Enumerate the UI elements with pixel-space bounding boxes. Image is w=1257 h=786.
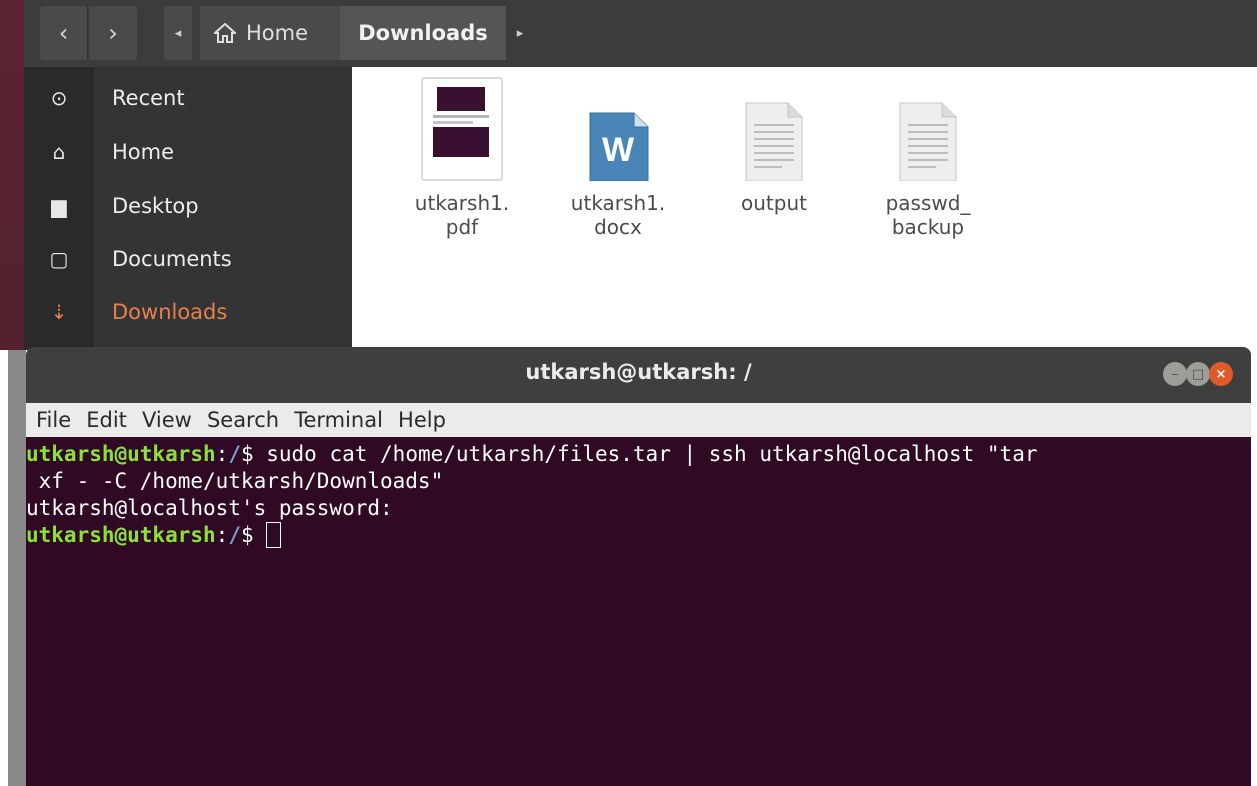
file-item-docx[interactable]: W utkarsh1. docx — [553, 77, 683, 239]
menu-edit[interactable]: Edit — [86, 403, 127, 437]
terminal-title: utkarsh@utkarsh: / — [525, 360, 752, 384]
terminal-menubar: File Edit View Search Terminal Help — [26, 403, 1251, 437]
folder-icon: ▆ — [51, 194, 67, 218]
download-icon: ⇣ — [50, 300, 68, 324]
sidebar-item-documents[interactable]: ▢ Documents — [24, 234, 352, 284]
breadcrumb-home[interactable]: Home — [200, 6, 340, 60]
word-document-icon: W — [589, 112, 649, 181]
terminal-cursor — [266, 522, 282, 548]
menu-terminal[interactable]: Terminal — [294, 403, 383, 437]
pdf-thumbnail-icon — [421, 77, 503, 181]
maximize-button[interactable]: □ — [1186, 362, 1210, 386]
breadcrumb-current-label: Downloads — [358, 21, 488, 45]
text-file-icon — [745, 102, 803, 181]
sidebar-item-recent[interactable]: ⊙ Recent — [24, 73, 352, 123]
home-icon: ⌂ — [52, 140, 66, 164]
prompt-user: utkarsh@utkarsh — [26, 523, 216, 547]
sidebar-item-label: Desktop — [112, 194, 199, 218]
forward-icon: › — [108, 19, 118, 47]
file-view: utkarsh1. pdf W utkarsh1. docx output pa… — [352, 67, 1257, 350]
document-icon: ▢ — [49, 247, 69, 271]
terminal-line: utkarsh@localhost's password: — [26, 496, 393, 520]
text-file-icon — [899, 102, 957, 181]
breadcrumb-scroll-right-button[interactable]: ▸ — [506, 6, 534, 60]
svg-text:W: W — [602, 131, 635, 169]
file-name: passwd_ backup — [885, 191, 971, 239]
places-sidebar: ⊙ Recent ⌂ Home ▆ Desktop ▢ Documents ⇣ … — [24, 67, 352, 350]
file-item-output[interactable]: output — [709, 77, 839, 215]
window-shadow — [8, 350, 26, 786]
arrow-left-icon: ◂ — [174, 25, 182, 41]
prompt-colon: : — [215, 523, 229, 547]
menu-file[interactable]: File — [36, 403, 71, 437]
arrow-right-icon: ▸ — [516, 25, 524, 41]
terminal-line: utkarsh@utkarsh:/$ sudo cat /home/utkars… — [26, 441, 1251, 468]
terminal-window: utkarsh@utkarsh: / – □ × File Edit View … — [26, 347, 1251, 786]
desktop-edge — [0, 350, 26, 786]
file-name: output — [741, 191, 807, 215]
breadcrumb-downloads[interactable]: Downloads — [340, 6, 506, 60]
prompt-path: / — [228, 523, 241, 547]
sidebar-item-home[interactable]: ⌂ Home — [24, 127, 352, 177]
terminal-titlebar[interactable]: utkarsh@utkarsh: / – □ × — [26, 347, 1251, 403]
command-text: $ sudo cat /home/utkarsh/files.tar | ssh… — [240, 442, 1038, 466]
home-icon — [214, 23, 236, 43]
breadcrumb-scroll-left-button[interactable]: ◂ — [164, 6, 192, 60]
sidebar-item-label: Recent — [112, 86, 185, 110]
clock-icon: ⊙ — [50, 86, 68, 110]
breadcrumb-home-label: Home — [246, 21, 309, 45]
file-manager-window: ‹ › ◂ Home Downloads ▸ ⊙ Recent ⌂ Home ▆… — [24, 0, 1257, 350]
menu-search[interactable]: Search — [207, 403, 279, 437]
prompt-colon: : — [215, 442, 229, 466]
file-item-pdf[interactable]: utkarsh1. pdf — [397, 77, 527, 239]
prompt-dollar: $ — [240, 523, 267, 547]
close-button[interactable]: × — [1209, 362, 1233, 386]
back-button[interactable]: ‹ — [40, 6, 88, 60]
maximize-icon: □ — [1191, 366, 1205, 382]
minimize-icon: – — [1171, 366, 1179, 382]
terminal-output[interactable]: utkarsh@utkarsh:/$ sudo cat /home/utkars… — [26, 437, 1251, 786]
forward-button[interactable]: › — [89, 6, 137, 60]
sidebar-item-downloads[interactable]: ⇣ Downloads — [24, 287, 352, 337]
sidebar-item-label: Documents — [112, 247, 232, 271]
file-name: utkarsh1. docx — [570, 191, 666, 239]
file-item-passwd-backup[interactable]: passwd_ backup — [863, 77, 993, 239]
terminal-line: xf - -C /home/utkarsh/Downloads" — [26, 469, 444, 493]
file-name: utkarsh1. pdf — [414, 191, 510, 239]
prompt-path: / — [228, 442, 241, 466]
back-icon: ‹ — [58, 19, 69, 47]
prompt-user: utkarsh@utkarsh — [26, 442, 216, 466]
menu-view[interactable]: View — [142, 403, 192, 437]
minimize-button[interactable]: – — [1163, 362, 1187, 386]
sidebar-item-desktop[interactable]: ▆ Desktop — [24, 181, 352, 231]
sidebar-item-label: Downloads — [112, 300, 228, 324]
close-icon: × — [1215, 366, 1227, 382]
file-manager-headerbar: ‹ › ◂ Home Downloads ▸ — [24, 0, 1257, 67]
terminal-line: utkarsh@utkarsh:/$ — [26, 522, 1251, 549]
sidebar-item-label: Home — [112, 140, 175, 164]
menu-help[interactable]: Help — [398, 403, 446, 437]
